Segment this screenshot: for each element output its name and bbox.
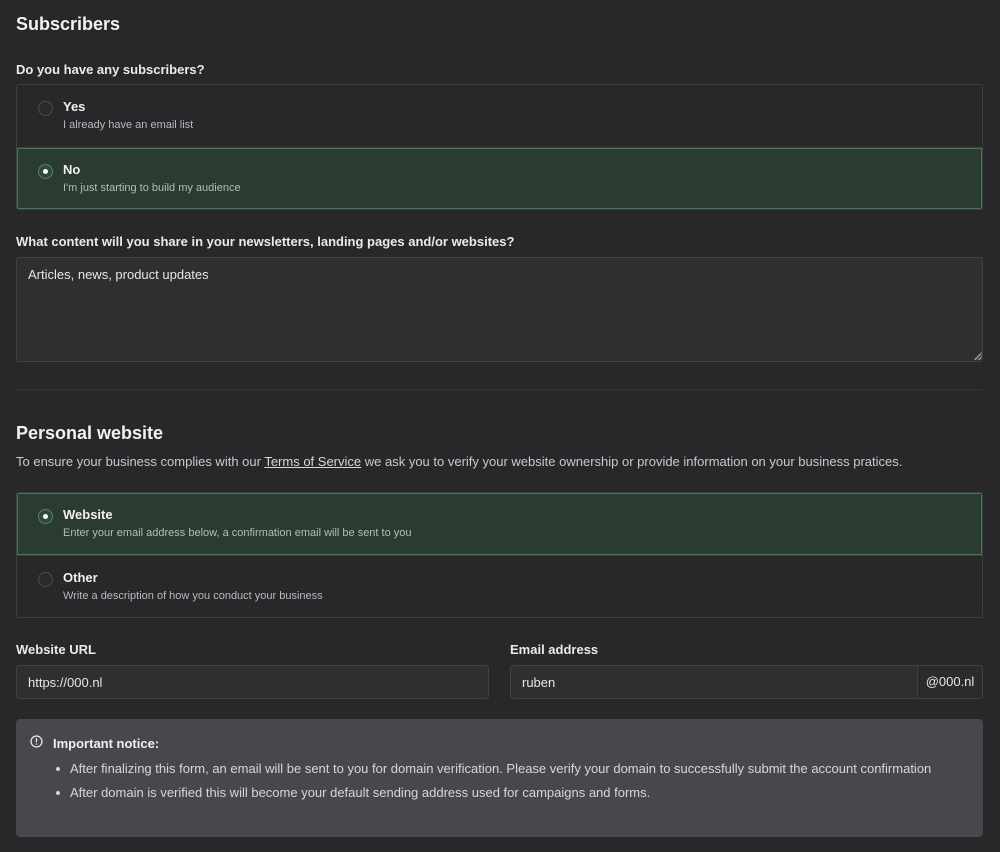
radio-option-other[interactable]: Other Write a description of how you con… bbox=[17, 555, 982, 617]
website-section-title: Personal website bbox=[16, 423, 164, 443]
terms-of-service-link[interactable]: Terms of Service bbox=[264, 454, 361, 469]
radio-option-description: I already have an email list bbox=[63, 119, 194, 131]
radio-option-title: No bbox=[63, 162, 81, 177]
subscribers-radio-group: Yes I already have an email list No I'm … bbox=[16, 84, 983, 210]
radio-option-website[interactable]: Website Enter your email address below, … bbox=[17, 493, 982, 555]
radio-option-description: Write a description of how you conduct y… bbox=[63, 590, 323, 602]
notice-list-item: After domain is verified this will becom… bbox=[54, 783, 954, 803]
info-circle-icon bbox=[30, 735, 43, 748]
notice-title: Important notice: bbox=[53, 736, 160, 751]
intro-text-start: To ensure your business complies with ou… bbox=[16, 454, 265, 469]
radio-button-website[interactable] bbox=[38, 509, 53, 524]
onboarding-form: Subscribers Do you have any subscribers?… bbox=[0, 0, 1000, 852]
website-url-input[interactable] bbox=[16, 665, 489, 699]
radio-button-yes[interactable] bbox=[38, 101, 53, 116]
subscribers-question: Do you have any subscribers? bbox=[16, 62, 205, 77]
section-divider bbox=[16, 389, 983, 390]
radio-option-yes[interactable]: Yes I already have an email list bbox=[17, 85, 982, 147]
resize-handle-icon[interactable] bbox=[974, 352, 982, 360]
website-url-label: Website URL bbox=[16, 642, 96, 657]
radio-option-title: Yes bbox=[63, 99, 86, 114]
content-question: What content will you share in your news… bbox=[16, 234, 515, 249]
radio-option-description: Enter your email address below, a confir… bbox=[63, 527, 412, 539]
important-notice-box: Important notice: After finalizing this … bbox=[16, 719, 983, 837]
radio-button-other[interactable] bbox=[38, 572, 53, 587]
radio-option-description: I'm just starting to build my audience bbox=[63, 182, 241, 194]
radio-option-title: Other bbox=[63, 570, 98, 585]
radio-option-title: Website bbox=[63, 507, 113, 522]
intro-text-end: we ask you to verify your website owners… bbox=[361, 454, 903, 469]
notice-list: After finalizing this form, an email wil… bbox=[54, 759, 954, 807]
email-domain-suffix: @000.nl bbox=[917, 665, 983, 699]
radio-option-no[interactable]: No I'm just starting to build my audienc… bbox=[17, 147, 982, 209]
notice-list-item: After finalizing this form, an email wil… bbox=[54, 759, 954, 779]
website-intro-text: To ensure your business complies with ou… bbox=[16, 454, 986, 470]
radio-button-no[interactable] bbox=[38, 164, 53, 179]
email-address-input[interactable] bbox=[510, 665, 918, 699]
email-address-label: Email address bbox=[510, 642, 599, 657]
subscribers-section-title: Subscribers bbox=[16, 14, 121, 34]
website-radio-group: Website Enter your email address below, … bbox=[16, 492, 983, 618]
content-textarea[interactable]: Articles, news, product updates bbox=[16, 257, 983, 362]
